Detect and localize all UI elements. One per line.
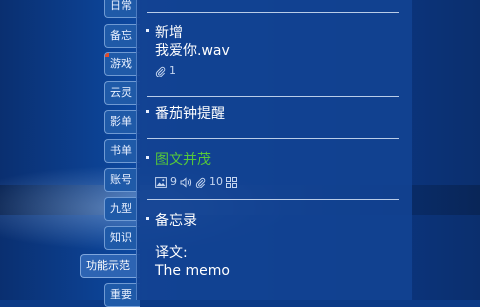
tab-label: 游戏 [110, 57, 132, 70]
attachment-count: 10 [209, 175, 223, 188]
paperclip-icon [195, 177, 206, 188]
notes-panel: 新增 我爱你.wav 1 番茄钟提醒 图文并茂 9 10 备忘录 译文: The… [136, 0, 412, 300]
image-icon [155, 176, 167, 188]
tab-2[interactable]: 游戏 [104, 52, 140, 76]
tab-label: 备忘 [110, 29, 132, 42]
note-title: 番茄钟提醒 [155, 106, 225, 122]
note-title: 图文并茂 [155, 152, 211, 168]
tab-3[interactable]: 云灵 [104, 81, 140, 105]
note-title: 新增 [155, 25, 183, 41]
bullet [146, 29, 149, 32]
note-meta: 1 [155, 64, 413, 78]
note-body: 我爱你.wav [155, 43, 230, 59]
grid-icon [226, 176, 237, 188]
note-item[interactable]: 番茄钟提醒 [137, 105, 413, 123]
note-body-line: The memo [155, 263, 230, 279]
note-body-line: 译文: [155, 245, 188, 261]
divider [147, 138, 399, 139]
tab-label: 重要 [110, 288, 132, 301]
tab-1[interactable]: 备忘 [104, 24, 140, 48]
tab-label: 知识 [110, 231, 132, 244]
divider [147, 12, 399, 13]
speaker-icon [180, 176, 192, 188]
tab-7[interactable]: 九型 [104, 197, 140, 221]
tab-label: 功能示范 [86, 259, 130, 272]
tab-label: 书单 [110, 144, 132, 157]
tab-label: 日常 [110, 0, 132, 12]
bullet [146, 156, 149, 159]
tab-8[interactable]: 知识 [104, 226, 140, 250]
tab-active[interactable]: 功能示范 [80, 254, 140, 278]
note-item[interactable]: 图文并茂 9 10 [137, 151, 413, 189]
note-item[interactable]: 新增 我爱你.wav 1 [137, 24, 413, 78]
red-flag-icon [105, 53, 109, 57]
note-item[interactable]: 备忘录 译文: The memo [137, 212, 413, 280]
tab-6[interactable]: 账号 [104, 168, 140, 192]
tab-0[interactable]: 日常 [104, 0, 140, 18]
divider [147, 199, 399, 200]
divider [147, 96, 399, 97]
note-title: 备忘录 [155, 213, 197, 229]
tab-5[interactable]: 书单 [104, 139, 140, 163]
bullet [146, 110, 149, 113]
image-count: 9 [170, 175, 177, 188]
bullet [146, 217, 149, 220]
tab-label: 云灵 [110, 86, 132, 99]
attachment-count: 1 [169, 64, 176, 77]
category-tab-strip: 日常 备忘 游戏 云灵 影单 书单 账号 九型 知识 功能示范 重要 [0, 0, 140, 307]
tab-label: 九型 [110, 202, 132, 215]
tab-label: 账号 [110, 173, 132, 186]
paperclip-icon [155, 66, 166, 77]
tab-4[interactable]: 影单 [104, 110, 140, 134]
note-meta: 9 10 [155, 175, 413, 189]
tab-label: 影单 [110, 115, 132, 128]
tab-9[interactable]: 重要 [104, 283, 140, 307]
